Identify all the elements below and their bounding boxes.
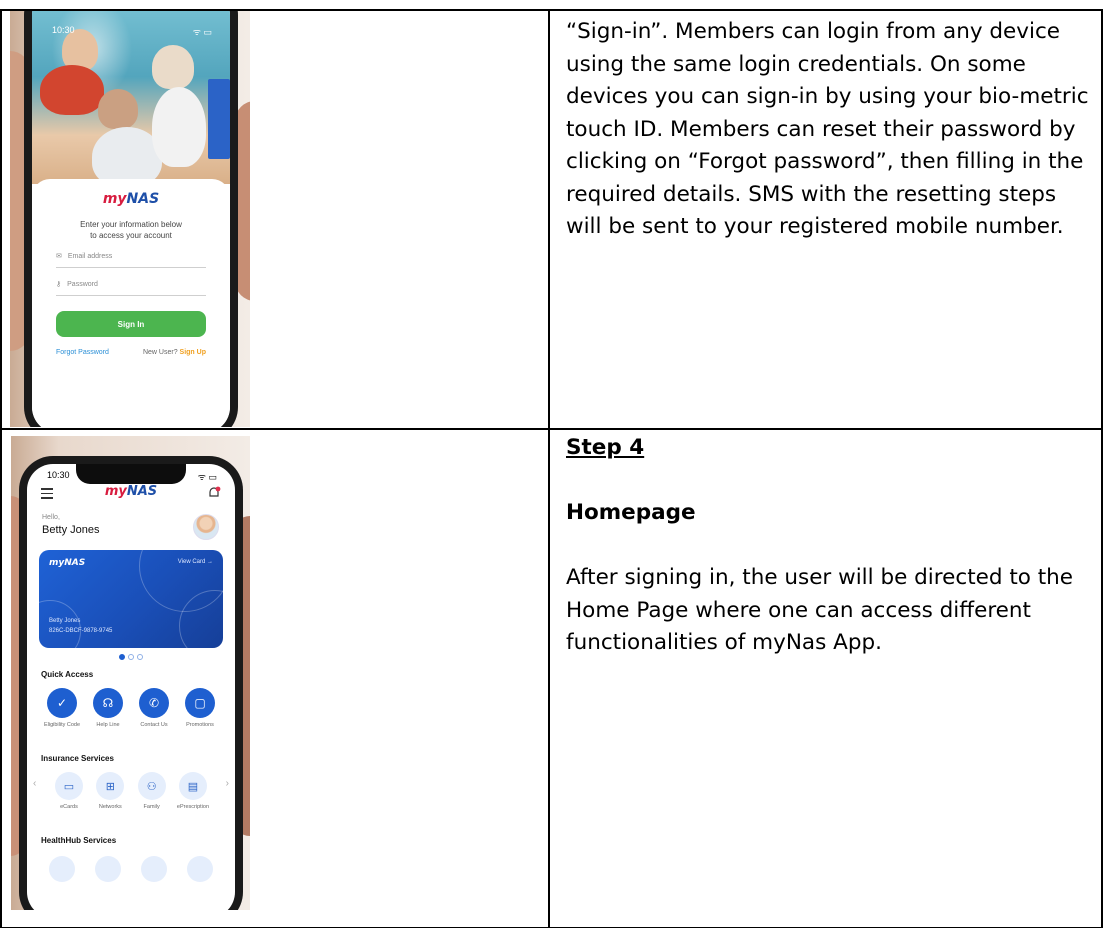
- login-card: myNAS Enter your information below to ac…: [32, 179, 230, 427]
- signin-button[interactable]: Sign In: [56, 311, 206, 337]
- homepage-phone-image: 10:30 ᯤ ▭ myNAS Hello, Betty Jones myNAS…: [11, 436, 250, 910]
- quick-access-eligibility[interactable]: ✓ Eligibility Code: [39, 688, 85, 729]
- login-prompt: Enter your information below to access y…: [80, 220, 182, 240]
- signup-link[interactable]: Sign Up: [180, 349, 206, 356]
- status-icons: ᯤ ▭: [192, 27, 212, 37]
- table-row-divider: [0, 428, 1103, 430]
- avatar[interactable]: [193, 514, 219, 540]
- email-field[interactable]: ✉ Email address: [56, 245, 206, 268]
- password-field[interactable]: ⚷ Password: [56, 273, 206, 296]
- chevron-right-icon[interactable]: ›: [226, 778, 229, 789]
- mail-icon: ✉: [56, 253, 62, 260]
- family-icon: ⚇: [137, 772, 166, 800]
- status-time: 10:30: [52, 25, 75, 35]
- membership-card[interactable]: myNAS View Card → Betty Jones 826C-DBCF-…: [39, 550, 223, 648]
- phone-notch: [76, 464, 186, 484]
- card-icon: ▭: [55, 772, 83, 800]
- password-placeholder: Password: [67, 280, 98, 288]
- phone-frame: 10:30 ᯤ ▭ myNAS Enter your information b…: [24, 11, 238, 427]
- insurance-services-title: Insurance Services: [41, 754, 114, 763]
- chevron-left-icon[interactable]: ‹: [33, 778, 36, 789]
- phone-screen: 10:30 ᯤ ▭ myNAS Hello, Betty Jones myNAS…: [27, 464, 235, 910]
- quick-access-contact[interactable]: ✆ Contact Us: [131, 688, 177, 729]
- forgot-password-link[interactable]: Forgot Password: [56, 349, 109, 356]
- phone-frame: 10:30 ᯤ ▭ myNAS Hello, Betty Jones myNAS…: [19, 456, 243, 910]
- insurance-services-row: ▭ eCards ⊞ Networks ⚇ Family ▤ ePrescrip…: [49, 772, 213, 811]
- card-number: 826C-DBCF-9878-9745: [49, 628, 113, 634]
- section-heading: Homepage: [566, 500, 696, 525]
- insurance-eprescription[interactable]: ▤ ePrescription: [173, 772, 213, 811]
- greeting-label: Hello,: [42, 514, 60, 521]
- email-placeholder: Email address: [67, 252, 113, 260]
- mynas-logo: myNAS: [102, 191, 160, 207]
- healthhub-services-row: [49, 856, 213, 882]
- status-time: 10:30: [47, 470, 70, 480]
- insurance-ecards[interactable]: ▭ eCards: [49, 772, 89, 811]
- hospital-icon: ⊞: [96, 772, 125, 800]
- notification-bell-icon[interactable]: [207, 486, 221, 500]
- headset-icon: ☊: [93, 688, 123, 718]
- document-table: 10:30 ᯤ ▭ myNAS Enter your information b…: [0, 0, 1103, 928]
- homepage-description-cell: Step 4 Homepage After signing in, the us…: [566, 432, 1091, 660]
- insurance-networks[interactable]: ⊞ Networks: [90, 772, 130, 811]
- healthhub-item[interactable]: [141, 856, 167, 882]
- table-border-left: [0, 9, 2, 928]
- table-column-divider: [548, 9, 550, 928]
- user-name: Betty Jones: [42, 524, 100, 536]
- card-holder-name: Betty Jones: [49, 618, 81, 624]
- healthhub-item[interactable]: [187, 856, 213, 882]
- healthhub-services-title: HealthHub Services: [41, 836, 117, 845]
- prescription-icon: ▤: [178, 772, 207, 800]
- signin-description: “Sign-in”. Members can login from any de…: [566, 19, 1089, 239]
- mynas-logo: myNAS: [104, 484, 158, 499]
- signin-description-cell: “Sign-in”. Members can login from any de…: [566, 16, 1091, 244]
- new-user-text: New User? Sign Up: [142, 349, 206, 356]
- healthhub-item[interactable]: [49, 856, 75, 882]
- view-card-link[interactable]: View Card →: [178, 559, 213, 565]
- quick-access-title: Quick Access: [41, 670, 94, 679]
- homepage-description: After signing in, the user will be direc…: [566, 565, 1074, 655]
- app-header: myNAS: [27, 482, 235, 506]
- quick-access-promotions[interactable]: ▢ Promotions: [177, 688, 223, 729]
- key-icon: ⚷: [56, 281, 62, 288]
- check-icon: ✓: [47, 688, 77, 718]
- quick-access-helpline[interactable]: ☊ Help Line: [85, 688, 131, 729]
- quick-access-row: ✓ Eligibility Code ☊ Help Line ✆ Contact…: [39, 688, 223, 729]
- login-links: Forgot Password New User? Sign Up: [56, 349, 206, 356]
- card-logo: myNAS: [49, 558, 86, 568]
- phone-icon: ✆: [139, 688, 169, 718]
- healthhub-item[interactable]: [95, 856, 121, 882]
- step-heading: Step 4: [566, 435, 645, 460]
- phone-screen: 10:30 ᯤ ▭ myNAS Enter your information b…: [32, 11, 230, 427]
- signin-phone-image: 10:30 ᯤ ▭ myNAS Enter your information b…: [10, 11, 250, 427]
- card-pagination[interactable]: [27, 654, 235, 660]
- insurance-family[interactable]: ⚇ Family: [132, 772, 172, 811]
- bag-icon: ▢: [185, 688, 215, 718]
